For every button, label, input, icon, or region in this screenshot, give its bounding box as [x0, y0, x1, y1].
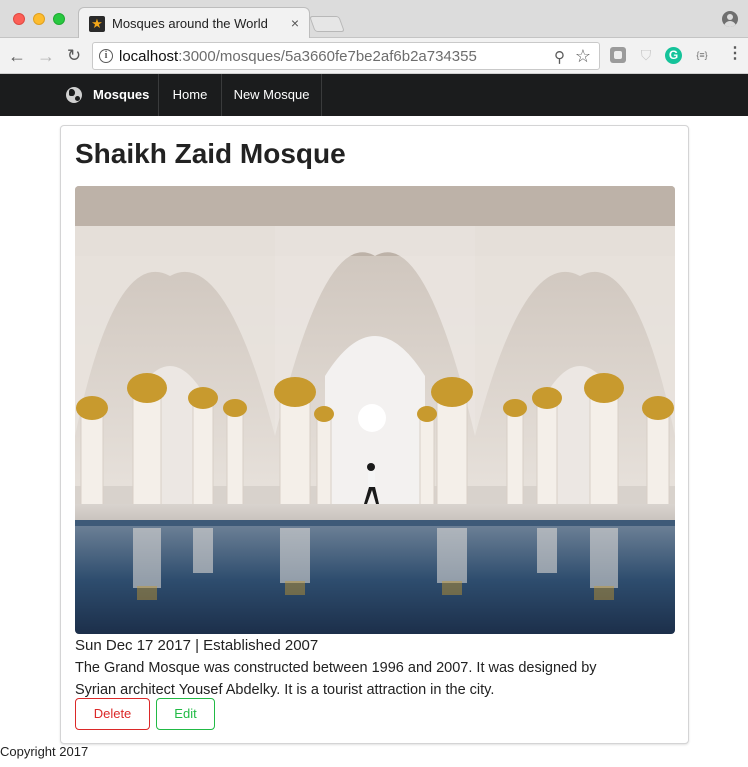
edit-button[interactable]: Edit: [156, 698, 215, 730]
grammarly-icon[interactable]: G: [665, 47, 682, 64]
new-tab-button[interactable]: [309, 16, 345, 32]
json-viewer-icon[interactable]: {≡}: [693, 47, 711, 63]
mosque-description: The Grand Mosque was constructed between…: [75, 660, 597, 698]
nav-brand-mosques[interactable]: Mosques: [56, 74, 158, 116]
page-title: Shaikh Zaid Mosque: [75, 138, 346, 169]
minimize-window-button[interactable]: [33, 13, 45, 25]
shield-extension-icon[interactable]: ⛉: [638, 47, 654, 63]
nav-item-new-mosque[interactable]: New Mosque: [221, 74, 322, 116]
delete-button[interactable]: Delete: [75, 698, 150, 730]
brand-label: Mosques: [93, 87, 150, 102]
mosque-card: Shaikh Zaid Mosque Sun Dec 17 2017 | Est…: [60, 125, 689, 744]
bookmark-star-icon[interactable]: ☆: [575, 46, 591, 67]
browser-tab[interactable]: ★ Mosques around the World ×: [78, 7, 310, 39]
mosque-photo: [75, 186, 675, 634]
url-host: localhost: [119, 48, 179, 65]
tab-title: Mosques around the World: [112, 16, 268, 31]
back-arrow-icon[interactable]: ←: [6, 45, 28, 67]
extension-icon[interactable]: [610, 47, 626, 63]
profile-icon[interactable]: [722, 11, 738, 27]
url-text[interactable]: localhost:3000/mosques/5a3660fe7be2af6b2…: [119, 48, 477, 65]
favicon-star-icon: ★: [89, 16, 105, 32]
mosque-date-established: Sun Dec 17 2017 | Established 2007: [75, 637, 319, 654]
browser-tab-strip: ★ Mosques around the World ×: [0, 0, 748, 39]
site-navbar: Mosques Home New Mosque: [0, 74, 748, 116]
address-bar[interactable]: i localhost:3000/mosques/5a3660fe7be2af6…: [92, 42, 600, 70]
reload-icon[interactable]: ↻: [63, 45, 85, 67]
tab-close-icon[interactable]: ×: [291, 15, 299, 31]
url-path: :3000/mosques/5a3660fe7be2af6b2a734355: [178, 48, 477, 65]
browser-menu-icon[interactable]: ⋮: [727, 45, 743, 63]
footer-copyright: Copyright 2017: [0, 744, 89, 759]
browser-toolbar: ← → ↻ i localhost:3000/mosques/5a3660fe7…: [0, 38, 748, 74]
zoom-icon[interactable]: ⚲: [554, 48, 565, 66]
forward-arrow-icon[interactable]: →: [35, 45, 57, 67]
globe-icon: [66, 87, 82, 103]
close-window-button[interactable]: [13, 13, 25, 25]
nav-item-home[interactable]: Home: [158, 74, 221, 116]
maximize-window-button[interactable]: [53, 13, 65, 25]
site-info-icon[interactable]: i: [99, 49, 113, 63]
